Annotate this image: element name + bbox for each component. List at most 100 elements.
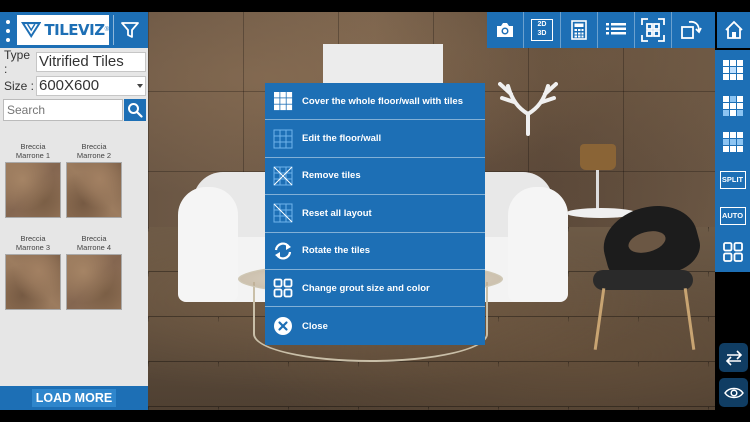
type-select[interactable]: Vitrified Tiles <box>36 52 146 72</box>
edit-grid-icon <box>273 129 293 149</box>
tile-name: Breccia Marrone 4 <box>65 234 123 254</box>
filter-button[interactable] <box>113 15 145 45</box>
menu-item-edit[interactable]: Edit the floor/wall <box>265 120 485 158</box>
calculator-button[interactable] <box>561 12 598 48</box>
menu-item-label: Edit the floor/wall <box>302 133 382 145</box>
brand-bar: TILEVIZ ® <box>0 12 148 48</box>
tile-name-line2: Marrone 1 <box>15 151 51 160</box>
size-select[interactable]: 600X600 <box>36 76 146 96</box>
app-screen: TILEVIZ ® Type : Vitrified Tiles Size : 6… <box>0 0 750 422</box>
tile-name: Breccia Marrone 2 <box>65 142 123 162</box>
home-button[interactable] <box>717 12 750 48</box>
lamp <box>580 144 616 170</box>
tile-name-line1: Breccia <box>81 234 107 243</box>
tile-card[interactable]: Breccia Marrone 3 <box>4 234 62 310</box>
tile-options-menu: Cover the whole floor/wall with tiles Ed… <box>265 83 485 345</box>
tile-catalog-panel: TILEVIZ ® Type : Vitrified Tiles Size : 6… <box>0 12 148 410</box>
layout-2-button[interactable] <box>719 92 746 119</box>
menu-item-grout[interactable]: Change grout size and color <box>265 270 485 308</box>
layout-3-icon <box>722 131 743 152</box>
tile-name-line1: Breccia <box>20 142 46 151</box>
close-icon <box>273 316 293 336</box>
mode-3d-label: 3D <box>537 29 547 37</box>
tile-name-line2: Marrone 3 <box>15 243 51 252</box>
reset-layout-icon <box>273 203 293 223</box>
antler-decor <box>498 82 558 136</box>
size-label: Size : <box>4 79 35 93</box>
sofa-arm-right <box>508 187 568 302</box>
layout-3-button[interactable] <box>719 128 746 155</box>
split-button[interactable]: SPLIT <box>719 166 746 193</box>
remove-tiles-icon <box>273 166 293 186</box>
tile-card[interactable]: Breccia Marrone 1 <box>4 142 62 218</box>
2d-3d-toggle-button[interactable]: 2D 3D <box>524 12 561 48</box>
tile-thumbnail[interactable] <box>5 162 61 218</box>
load-more-button[interactable]: LOAD MORE <box>31 389 117 407</box>
swap-button[interactable] <box>719 343 748 372</box>
menu-item-label: Rotate the tiles <box>302 245 371 257</box>
tile-thumbnail[interactable] <box>5 254 61 310</box>
menu-item-remove[interactable]: Remove tiles <box>265 158 485 196</box>
menu-item-label: Remove tiles <box>302 170 361 182</box>
logo-text: TILEVIZ <box>44 21 105 39</box>
type-label: Type : <box>4 48 31 76</box>
logo-mark-icon <box>21 21 42 39</box>
menu-item-close[interactable]: Close <box>265 307 485 344</box>
fit-screen-button[interactable] <box>635 12 672 48</box>
grout-icon <box>273 278 293 298</box>
size-select-value: 600X600 <box>39 77 100 94</box>
menu-item-label: Cover the whole floor/wall with tiles <box>302 95 463 107</box>
visibility-button[interactable] <box>719 378 748 407</box>
home-icon <box>724 20 743 39</box>
load-more-bar: LOAD MORE <box>0 386 148 410</box>
rotate-view-button[interactable] <box>672 12 709 48</box>
calculator-icon <box>571 20 587 40</box>
menu-item-reset[interactable]: Reset all layout <box>265 195 485 233</box>
logo-reg-mark: ® <box>104 27 109 33</box>
funnel-icon <box>120 22 139 38</box>
menu-item-rotate[interactable]: Rotate the tiles <box>265 233 485 270</box>
layout-1-icon <box>722 59 743 80</box>
menu-item-cover[interactable]: Cover the whole floor/wall with tiles <box>265 83 485 121</box>
list-button[interactable] <box>598 12 635 48</box>
grid-icon <box>722 241 743 262</box>
tile-thumbnail[interactable] <box>66 254 122 310</box>
search-bar <box>3 99 146 123</box>
auto-button[interactable]: AUTO <box>719 202 746 229</box>
eye-icon <box>723 387 744 398</box>
layout-2-icon <box>722 95 743 116</box>
menu-item-label: Reset all layout <box>302 207 372 219</box>
tile-thumbnail[interactable] <box>66 162 122 218</box>
tile-name-line2: Marrone 4 <box>76 243 112 252</box>
type-select-value: Vitrified Tiles <box>39 53 124 70</box>
top-toolbar: 2D 3D <box>487 12 715 48</box>
search-button[interactable] <box>124 99 146 121</box>
tile-card[interactable]: Breccia Marrone 2 <box>65 142 123 218</box>
menu-kebab-icon[interactable] <box>5 20 11 42</box>
rotate-icon <box>273 241 293 261</box>
auto-label: AUTO <box>719 206 746 225</box>
tileviz-logo: TILEVIZ ® <box>17 15 109 45</box>
mode-2d-label: 2D <box>537 21 547 28</box>
chair-seat <box>593 270 693 290</box>
size-filter-row: Size : 600X600 <box>0 75 148 97</box>
tile-name-line2: Marrone 2 <box>76 151 112 160</box>
menu-item-label: Close <box>302 320 328 332</box>
search-input[interactable] <box>3 99 123 121</box>
layout-1-button[interactable] <box>719 56 746 83</box>
sofa-arm-left <box>178 187 238 302</box>
screenshot-button[interactable] <box>487 12 524 48</box>
tile-name-line1: Breccia <box>20 234 46 243</box>
chevron-down-icon <box>137 84 143 88</box>
split-label: SPLIT <box>719 170 746 189</box>
type-filter-row: Type : Vitrified Tiles <box>0 48 148 76</box>
tile-card[interactable]: Breccia Marrone 4 <box>65 234 123 310</box>
menu-item-label: Change grout size and color <box>302 282 430 294</box>
grid-button[interactable] <box>719 238 746 265</box>
tile-name-line1: Breccia <box>81 142 107 151</box>
rotate-view-icon <box>680 20 702 39</box>
lamp-stem <box>596 170 599 210</box>
2d-3d-icon: 2D 3D <box>531 19 553 41</box>
tile-name: Breccia Marrone 3 <box>4 234 62 254</box>
list-icon <box>606 23 626 35</box>
